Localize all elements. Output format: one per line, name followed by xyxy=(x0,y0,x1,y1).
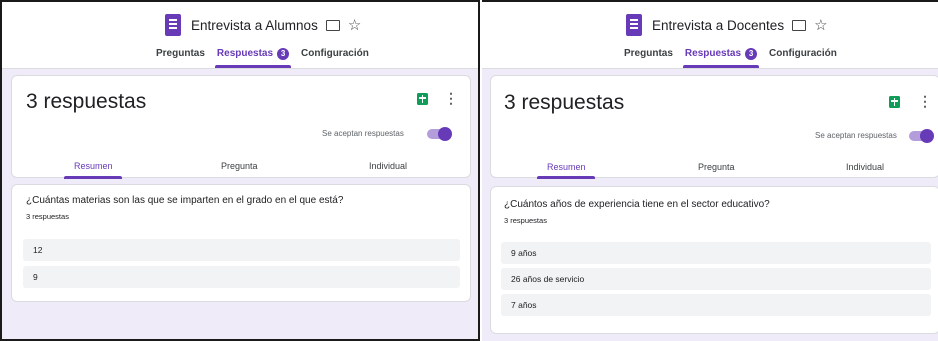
more-options-icon[interactable]: ⋮ xyxy=(918,94,932,108)
form-title[interactable]: Entrevista a Docentes xyxy=(652,18,784,33)
response-count: 3 respuestas xyxy=(504,91,625,114)
responses-badge: 3 xyxy=(745,48,758,60)
alumnos-form-window: Entrevista a Alumnos ☆ Preguntas Respues… xyxy=(0,0,480,341)
subtab-resumen[interactable]: Resumen xyxy=(547,162,586,172)
subtab-individual[interactable]: Individual xyxy=(846,162,884,172)
sheets-icon[interactable] xyxy=(889,96,900,108)
question-text: ¿Cuántos años de experiencia tiene en el… xyxy=(504,199,770,210)
form-header: Entrevista a Alumnos ☆ Preguntas Respues… xyxy=(2,2,478,69)
star-icon[interactable]: ☆ xyxy=(348,18,361,33)
answer-item: 26 años de servicio xyxy=(501,268,931,290)
folder-icon[interactable] xyxy=(792,19,807,31)
response-count: 3 respuestas xyxy=(26,90,147,113)
form-header: Entrevista a Docentes ☆ Preguntas Respue… xyxy=(482,2,938,69)
question-card: ¿Cuántas materias son las que se imparte… xyxy=(11,184,471,302)
subtab-active-indicator xyxy=(537,176,595,179)
accept-responses-label: Se aceptan respuestas xyxy=(815,131,897,140)
star-icon[interactable]: ☆ xyxy=(814,18,827,33)
accept-responses-label: Se aceptan respuestas xyxy=(322,129,404,138)
question-response-count: 3 respuestas xyxy=(504,216,547,225)
tab-respuestas[interactable]: Respuestas 3 xyxy=(214,48,292,68)
subtab-resumen[interactable]: Resumen xyxy=(74,161,113,171)
summary-card: 3 respuestas ⋮ Se aceptan respuestas Res… xyxy=(11,75,471,179)
folder-icon[interactable] xyxy=(325,19,340,31)
question-response-count: 3 respuestas xyxy=(26,212,69,221)
answer-item: 12 xyxy=(23,239,460,261)
question-card: ¿Cuántos años de experiencia tiene en el… xyxy=(490,186,938,334)
tab-configuracion[interactable]: Configuración xyxy=(301,48,369,68)
accept-responses-toggle[interactable] xyxy=(427,127,452,141)
form-title[interactable]: Entrevista a Alumnos xyxy=(191,18,318,33)
answer-item: 7 años xyxy=(501,294,931,316)
tab-configuracion[interactable]: Configuración xyxy=(769,48,837,68)
forms-icon[interactable] xyxy=(165,14,181,36)
subtab-active-indicator xyxy=(64,176,122,179)
responses-area: 3 respuestas ⋮ Se aceptan respuestas Res… xyxy=(2,69,478,339)
tab-preguntas[interactable]: Preguntas xyxy=(624,48,673,68)
subtab-pregunta[interactable]: Pregunta xyxy=(221,161,258,171)
subtab-pregunta[interactable]: Pregunta xyxy=(698,162,735,172)
forms-icon[interactable] xyxy=(626,14,642,36)
tab-preguntas[interactable]: Preguntas xyxy=(156,48,205,68)
accept-responses-toggle[interactable] xyxy=(909,129,934,143)
subtab-individual[interactable]: Individual xyxy=(369,161,407,171)
responses-badge: 3 xyxy=(277,48,290,60)
docentes-form-window: Entrevista a Docentes ☆ Preguntas Respue… xyxy=(482,0,938,341)
sheets-icon[interactable] xyxy=(417,93,428,105)
more-options-icon[interactable]: ⋮ xyxy=(444,91,458,105)
responses-area: 3 respuestas ⋮ Se aceptan respuestas Res… xyxy=(482,69,938,341)
answer-item: 9 años xyxy=(501,242,931,264)
tab-respuestas[interactable]: Respuestas 3 xyxy=(682,48,760,68)
answer-item: 9 xyxy=(23,266,460,288)
summary-card: 3 respuestas ⋮ Se aceptan respuestas Res… xyxy=(490,75,938,179)
question-text: ¿Cuántas materias son las que se imparte… xyxy=(26,195,344,206)
